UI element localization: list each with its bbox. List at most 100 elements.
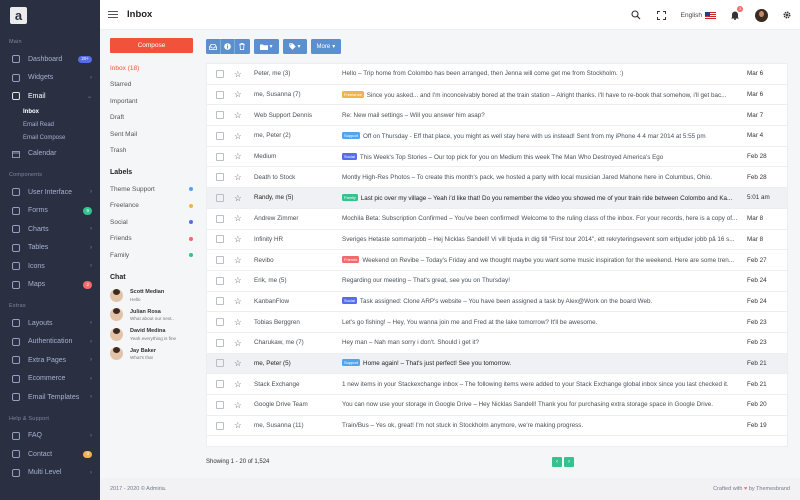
mail-checkbox[interactable] — [216, 193, 224, 202]
sidebar-subitem-inbox[interactable]: Inbox — [0, 106, 100, 119]
sidebar-item-ecommerce[interactable]: Ecommerce › — [0, 370, 100, 389]
folder-trash[interactable]: Trash — [110, 143, 195, 160]
chat-contact[interactable]: David Medina Yeah everything is fine — [110, 325, 195, 345]
folder-inbox[interactable]: Inbox (18) — [110, 60, 195, 77]
mail-checkbox[interactable] — [216, 214, 224, 223]
mail-row[interactable]: ☆ Peter, me (3) Hello – Trip home from Col… — [207, 64, 787, 85]
settings-gear-icon[interactable] — [774, 0, 800, 30]
sidebar-item-multi-level[interactable]: Multi Level › — [0, 464, 100, 483]
sidebar-item-email[interactable]: Email ⌄ — [0, 87, 100, 106]
notifications-button[interactable]: 3 — [722, 0, 748, 30]
next-page-button[interactable]: › — [564, 457, 574, 467]
sidebar-item-layouts[interactable]: Layouts › — [0, 314, 100, 333]
mail-row[interactable]: ☆ Death to Stock Montly High-Res Photos – … — [207, 167, 787, 189]
sidebar-item-email-templates[interactable]: Email Templates › — [0, 388, 100, 407]
mail-checkbox[interactable] — [216, 69, 224, 78]
sidebar-subitem-email-read[interactable]: Email Read — [0, 119, 100, 132]
mail-row[interactable]: ☆ Infinity HR Sveriges Hetaste sommarjobb … — [207, 230, 787, 251]
delete-action-button[interactable] — [235, 39, 250, 54]
sidebar-item-charts[interactable]: Charts › — [0, 220, 100, 239]
sidebar-item-user-interface[interactable]: User Interface › — [0, 183, 100, 202]
fullscreen-icon[interactable] — [649, 0, 675, 30]
star-icon[interactable]: ☆ — [234, 339, 254, 348]
folder-draft[interactable]: Draft — [110, 110, 195, 127]
mail-row[interactable]: ☆ Tobias Berggren Let's go fishing! – Hey,… — [207, 312, 787, 333]
label-freelance[interactable]: Freelance — [110, 198, 195, 215]
mail-row[interactable]: ☆ Revibo Friends Weekend on Revibe – Today'… — [207, 250, 787, 271]
label-social[interactable]: Social — [110, 214, 195, 231]
mail-checkbox[interactable] — [216, 90, 224, 99]
star-icon[interactable]: ☆ — [234, 173, 254, 182]
sidebar-item-contact[interactable]: Contact 3 — [0, 445, 100, 464]
mail-checkbox[interactable] — [216, 235, 224, 244]
label-friends[interactable]: Friends — [110, 231, 195, 248]
folder-starred[interactable]: Starred — [110, 77, 195, 94]
mail-row[interactable]: ☆ KanbanFlow Social Task assigned: Clone AR… — [207, 292, 787, 313]
star-icon[interactable]: ☆ — [234, 401, 254, 410]
folder-sent-mail[interactable]: Sent Mail — [110, 126, 195, 143]
sidebar-item-authentication[interactable]: Authentication › — [0, 333, 100, 352]
star-icon[interactable]: ☆ — [234, 318, 254, 327]
folder-dropdown-button[interactable]: ▾ — [253, 39, 279, 54]
sidebar-subitem-email-compose[interactable]: Email Compose — [0, 132, 100, 145]
menu-toggle-icon[interactable] — [108, 10, 118, 19]
chat-contact[interactable]: Scott Median Hello — [110, 286, 195, 306]
mail-checkbox[interactable] — [216, 359, 224, 368]
sidebar-item-forms[interactable]: Forms 9 — [0, 202, 100, 221]
mail-row[interactable]: ☆ me, Susanna (7) Freelance Since you asked… — [207, 85, 787, 106]
mail-checkbox[interactable] — [216, 380, 224, 389]
mail-row[interactable]: ☆ Erik, me (5) Regarding our meeting – Tha… — [207, 271, 787, 292]
mail-row[interactable]: ☆ me, Peter (5) Support Home again! – That'… — [207, 353, 787, 375]
mail-checkbox[interactable] — [216, 276, 224, 285]
sidebar-item-icons[interactable]: Icons › — [0, 257, 100, 276]
chat-contact[interactable]: Jay Baker What's that — [110, 344, 195, 364]
star-icon[interactable]: ☆ — [234, 421, 254, 430]
mail-checkbox[interactable] — [216, 400, 224, 409]
mail-row[interactable]: ☆ Medium Social This Week's Top Stories – O… — [207, 147, 787, 168]
sidebar-item-dashboard[interactable]: Dashboard 20+ — [0, 50, 100, 69]
sidebar-item-maps[interactable]: Maps 2 — [0, 276, 100, 295]
sidebar-item-calendar[interactable]: Calendar — [0, 145, 100, 164]
compose-button[interactable]: Compose — [110, 38, 193, 53]
prev-page-button[interactable]: ‹ — [552, 457, 562, 467]
language-selector[interactable]: English — [675, 11, 722, 19]
sidebar-item-widgets[interactable]: Widgets › — [0, 69, 100, 88]
chat-contact[interactable]: Julian Rosa What about our next.. — [110, 305, 195, 325]
mail-checkbox[interactable] — [216, 173, 224, 182]
mail-row[interactable]: ☆ Andrew Zimmer Mochila Beta: Subscription… — [207, 209, 787, 230]
mail-checkbox[interactable] — [216, 318, 224, 327]
mail-checkbox[interactable] — [216, 297, 224, 306]
star-icon[interactable]: ☆ — [234, 70, 254, 79]
mail-checkbox[interactable] — [216, 256, 224, 265]
star-icon[interactable]: ☆ — [234, 276, 254, 285]
folder-important[interactable]: Important — [110, 93, 195, 110]
star-icon[interactable]: ☆ — [234, 214, 254, 223]
mail-row[interactable]: ☆ Web Support Dennis Re: New mail settings… — [207, 105, 787, 127]
star-icon[interactable]: ☆ — [234, 359, 254, 368]
star-icon[interactable]: ☆ — [234, 194, 254, 203]
mail-row[interactable]: ☆ Stack Exchange 1 new items in your Stack… — [207, 374, 787, 395]
search-icon[interactable] — [623, 0, 649, 30]
mail-checkbox[interactable] — [216, 338, 224, 347]
mail-row[interactable]: ☆ me, Susanna (11) Train/Bus – Yes ok, gre… — [207, 416, 787, 437]
mail-checkbox[interactable] — [216, 152, 224, 161]
mail-checkbox[interactable] — [216, 131, 224, 140]
star-icon[interactable]: ☆ — [234, 90, 254, 99]
sidebar-item-extra-pages[interactable]: Extra Pages › — [0, 351, 100, 370]
mail-row[interactable]: ☆ me, Peter (2) Support Off on Thursday - E… — [207, 126, 787, 147]
star-icon[interactable]: ☆ — [234, 235, 254, 244]
inbox-action-button[interactable] — [206, 39, 221, 54]
star-icon[interactable]: ☆ — [234, 256, 254, 265]
star-icon[interactable]: ☆ — [234, 297, 254, 306]
more-dropdown-button[interactable]: More ▾ — [310, 39, 342, 54]
mail-checkbox[interactable] — [216, 421, 224, 430]
sidebar-item-faq[interactable]: FAQ › — [0, 427, 100, 446]
mail-row[interactable]: ☆ Randy, me (5) Family Last pic over my vil… — [207, 188, 787, 209]
star-icon[interactable]: ☆ — [234, 132, 254, 141]
label-theme-support[interactable]: Theme Support — [110, 181, 195, 198]
star-icon[interactable]: ☆ — [234, 380, 254, 389]
mail-row[interactable]: ☆ Google Drive Team You can now use your s… — [207, 395, 787, 416]
logo[interactable]: a — [0, 0, 100, 30]
info-action-button[interactable] — [221, 39, 235, 54]
mail-row[interactable]: ☆ Charukaw, me (7) Hey man – Nah man sorry… — [207, 333, 787, 354]
